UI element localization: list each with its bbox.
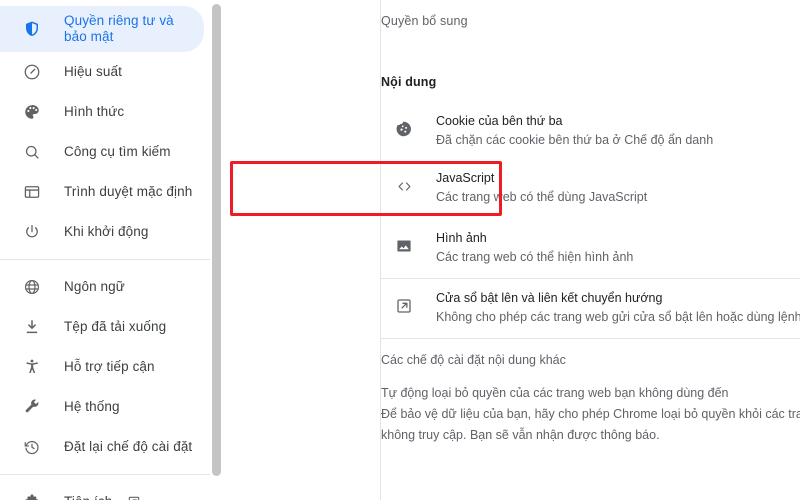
row-title: Cửa sổ bật lên và liên kết chuyển hướng xyxy=(436,291,663,305)
row-title: Cookie của bên thứ ba xyxy=(436,114,563,128)
sidebar-item-label: Tiện ích xyxy=(64,494,112,500)
sidebar-item-extensions[interactable]: Tiện ích xyxy=(0,482,204,500)
watermark-logo: Didongmoi .com.vn xyxy=(792,22,800,72)
sidebar-item-label: Khi khởi động xyxy=(64,223,149,239)
code-brackets-icon xyxy=(394,176,414,196)
row-third-party-cookies[interactable]: Cookie của bên thứ ba Đã chặn các cookie… xyxy=(381,107,800,157)
content-heading: Nội dung xyxy=(381,75,437,89)
auto-revoke-title: Tự động loại bỏ quyền của các trang web … xyxy=(381,386,729,400)
sidebar-item-label: Ngôn ngữ xyxy=(64,278,125,294)
row-subtitle: Các trang web có thể hiện hình ảnh xyxy=(436,250,634,265)
sidebar-item-search-engine[interactable]: Công cụ tìm kiếm xyxy=(0,132,204,172)
sidebar-item-reset-settings[interactable]: Đặt lại chế độ cài đặt xyxy=(0,427,204,467)
sidebar-item-label: Hỗ trợ tiếp cận xyxy=(64,358,155,374)
row-title: JavaScript xyxy=(436,171,495,185)
settings-sidebar: Quyền riêng tư và bảo mật Hiệu suất Hình… xyxy=(0,0,222,500)
sidebar-item-label: Quyền riêng tư và bảo mật xyxy=(64,12,174,44)
power-icon xyxy=(22,222,42,242)
sidebar-item-label: Hệ thống xyxy=(64,398,120,414)
sidebar-item-languages[interactable]: Ngôn ngữ xyxy=(0,267,204,307)
row-text: Hình ảnh Các trang web có thể hiện hình … xyxy=(436,224,633,268)
sidebar-item-accessibility[interactable]: Hỗ trợ tiếp cận xyxy=(0,347,204,387)
sidebar-item-label: Hiệu suất xyxy=(64,63,122,79)
sidebar-item-on-startup[interactable]: Khi khởi động xyxy=(0,212,204,252)
sidebar-item-label: Công cụ tìm kiếm xyxy=(64,143,171,159)
puzzle-icon xyxy=(22,492,42,500)
sidebar-scrollbar-track[interactable] xyxy=(210,0,222,500)
row-subtitle: Không cho phép các trang web gửi cửa sổ … xyxy=(436,310,800,325)
auto-revoke-line-1: Để bảo vệ dữ liệu của bạn, hãy cho phép … xyxy=(381,407,800,421)
sidebar-item-default-browser[interactable]: Trình duyệt mặc định xyxy=(0,172,204,212)
sidebar-item-performance[interactable]: Hiệu suất xyxy=(0,52,204,92)
content-divider-1 xyxy=(381,278,800,279)
row-images[interactable]: Hình ảnh Các trang web có thể hiện hình … xyxy=(381,224,800,274)
row-popups-and-redirects[interactable]: Cửa sổ bật lên và liên kết chuyển hướng … xyxy=(381,284,800,334)
sidebar-item-downloads[interactable]: Tệp đã tải xuống xyxy=(0,307,204,347)
download-icon xyxy=(22,317,42,337)
sidebar-item-privacy-and-security[interactable]: Quyền riêng tư và bảo mật xyxy=(0,6,204,52)
content-settings-section: Quyền bổ sung Nội dung Cookie của bên th… xyxy=(381,0,800,500)
row-javascript[interactable]: JavaScript Các trang web có thể dùng Jav… xyxy=(381,164,800,214)
accessibility-icon xyxy=(22,357,42,377)
row-title: Hình ảnh xyxy=(436,231,487,245)
sidebar-item-appearance[interactable]: Hình thức xyxy=(0,92,204,132)
shield-icon xyxy=(22,19,42,39)
sidebar-item-label: Đặt lại chế độ cài đặt xyxy=(64,438,193,454)
sidebar-item-label: Tệp đã tải xuống xyxy=(64,318,167,334)
sidebar-group-secondary: Ngôn ngữ Tệp đã tải xuống Hỗ trợ tiếp cậ… xyxy=(0,267,222,467)
content-divider-2 xyxy=(381,338,800,339)
image-icon xyxy=(394,236,414,256)
speedometer-icon xyxy=(22,62,42,82)
chrome-settings-screen: Quyền riêng tư và bảo mật Hiệu suất Hình… xyxy=(0,0,800,500)
popup-redirect-icon xyxy=(394,296,414,316)
auto-revoke-line-2: không truy cập. Bạn sẽ vẫn nhận được thô… xyxy=(381,428,660,442)
sidebar-group-primary: Quyền riêng tư và bảo mật Hiệu suất Hình… xyxy=(0,6,222,252)
sidebar-item-system[interactable]: Hệ thống xyxy=(0,387,204,427)
browser-window-icon xyxy=(22,182,42,202)
additional-permissions-heading: Quyền bổ sung xyxy=(381,14,468,28)
row-text: Cửa sổ bật lên và liên kết chuyển hướng … xyxy=(436,284,800,328)
sidebar-item-label: Hình thức xyxy=(64,103,125,119)
row-text: Cookie của bên thứ ba Đã chặn các cookie… xyxy=(436,107,713,151)
globe-icon xyxy=(22,277,42,297)
sidebar-divider-bottom xyxy=(0,474,222,475)
row-subtitle: Đã chặn các cookie bên thứ ba ở Chế độ ẩ… xyxy=(436,133,714,148)
wrench-icon xyxy=(22,397,42,417)
sidebar-scrollbar-thumb[interactable] xyxy=(212,4,221,476)
sidebar-group-tertiary: Tiện ích Giới thiệu về Chrome xyxy=(0,482,222,500)
external-link-icon[interactable] xyxy=(126,495,141,500)
palette-icon xyxy=(22,102,42,122)
row-text: JavaScript Các trang web có thể dùng Jav… xyxy=(436,164,647,208)
restore-clock-icon xyxy=(22,437,42,457)
search-icon xyxy=(22,142,42,162)
other-content-settings-label[interactable]: Các chế độ cài đặt nội dung khác xyxy=(381,350,800,370)
sidebar-divider xyxy=(0,259,222,260)
row-subtitle: Các trang web có thể dùng JavaScript xyxy=(436,190,648,205)
settings-main-pane: Quyền bổ sung Nội dung Cookie của bên th… xyxy=(222,0,800,500)
sidebar-item-label: Trình duyệt mặc định xyxy=(64,183,193,199)
cookie-icon xyxy=(394,119,414,139)
